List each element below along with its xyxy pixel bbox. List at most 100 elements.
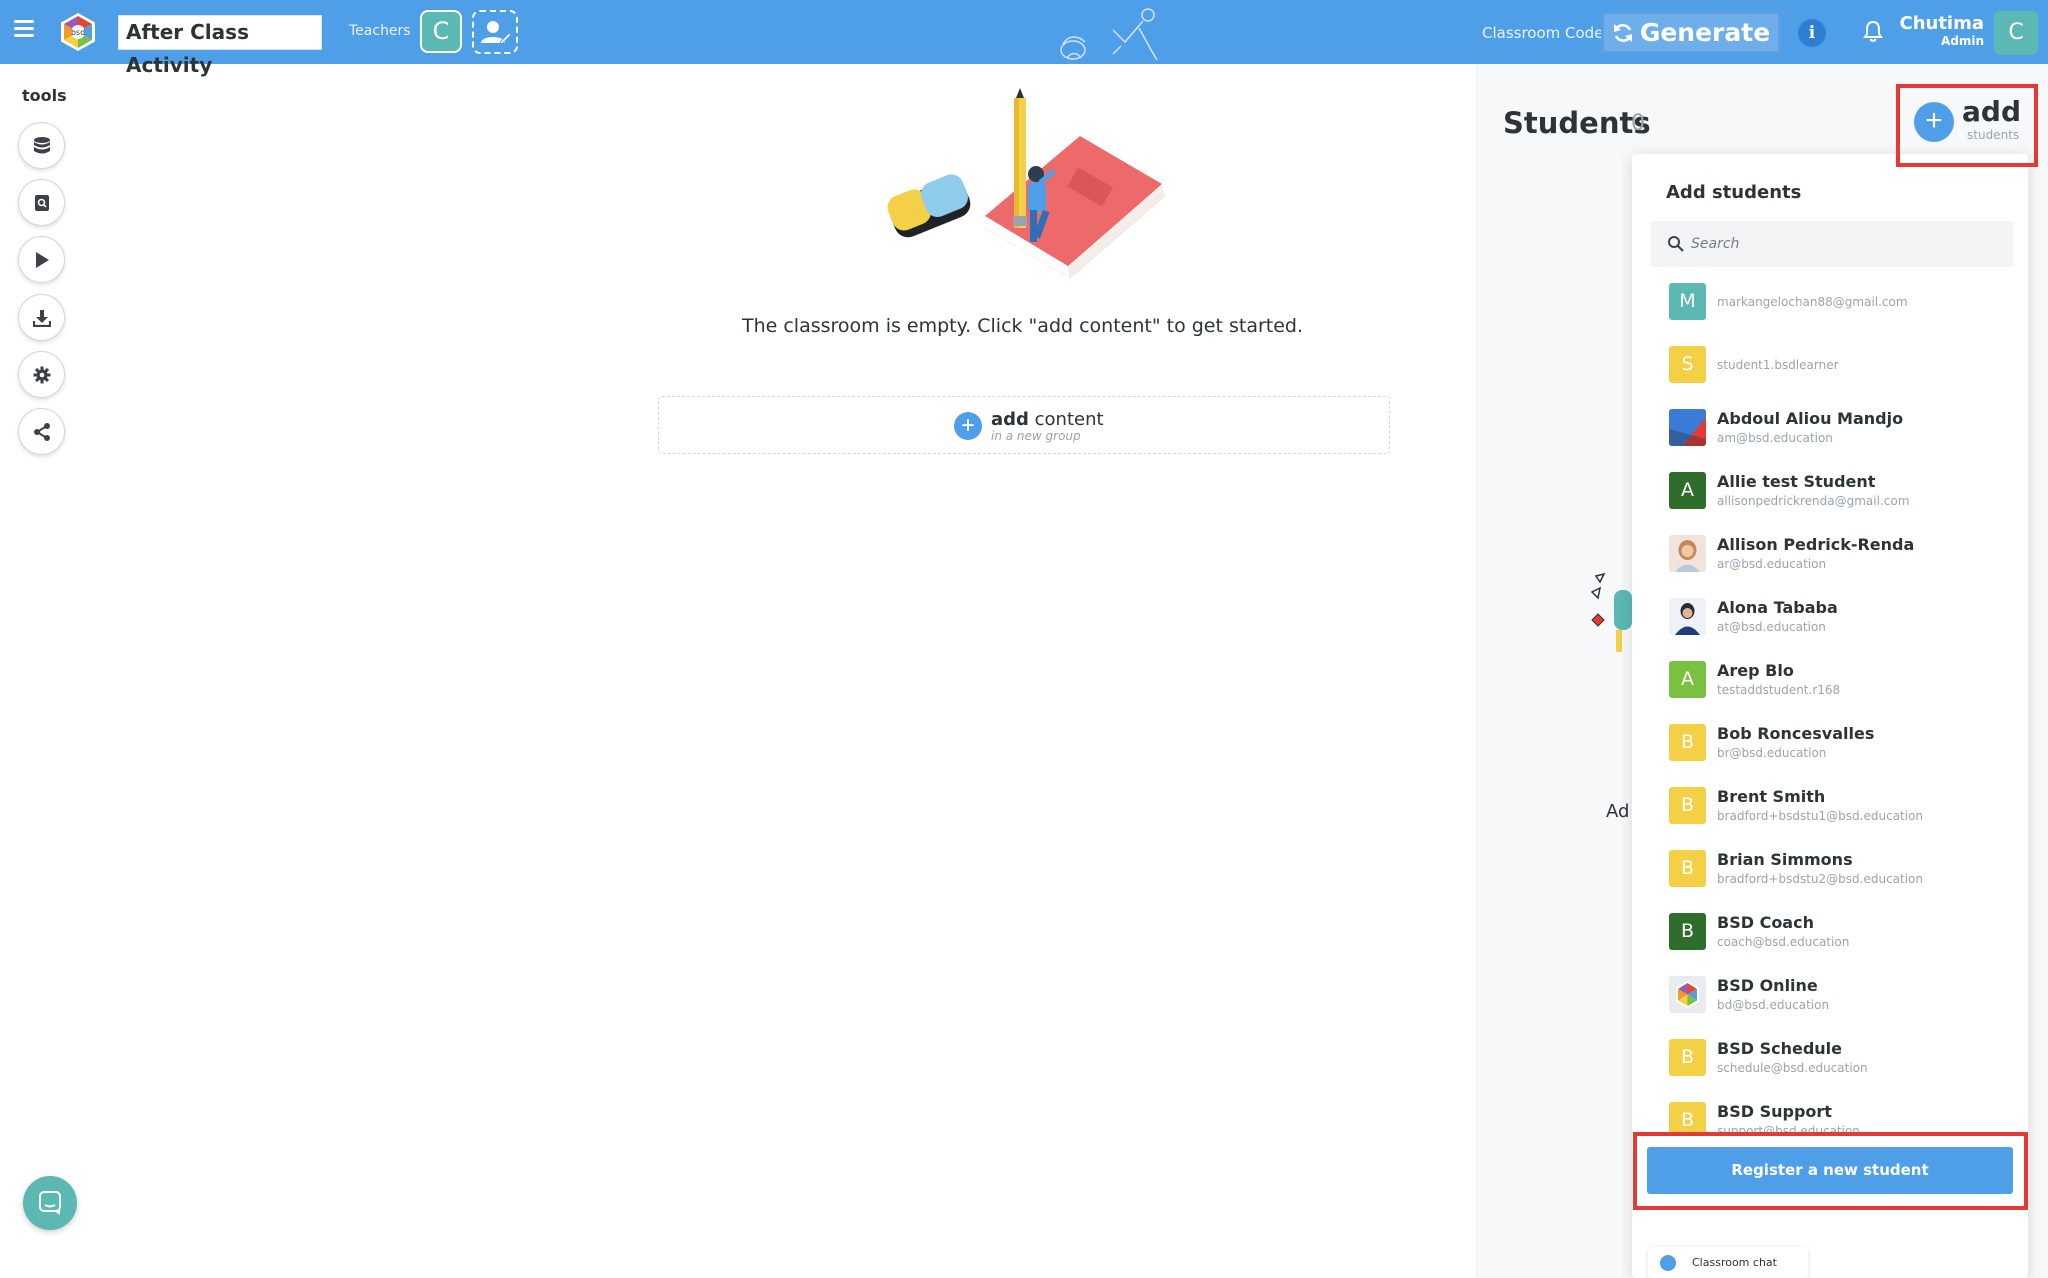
teacher-avatar[interactable]: C <box>420 10 462 53</box>
tool-library-button[interactable] <box>18 179 65 226</box>
student-list-item[interactable]: B Bob Roncesvalles br@bsd.education <box>1632 712 2028 772</box>
student-avatar <box>1669 409 1706 446</box>
student-list-item[interactable]: Sstudent1.bsdlearner <box>1632 334 2028 394</box>
student-list-item[interactable]: B Brent Smith bradford+bsdstu1@bsd.educati… <box>1632 775 2028 835</box>
activity-title-input[interactable]: After Class Activity <box>118 15 322 77</box>
student-name: BSD Schedule <box>1717 1039 1842 1058</box>
top-bar: bsd After Class Activity Teachers C Clas… <box>0 0 2048 77</box>
add-students-highlight <box>1896 84 2038 167</box>
student-avatar: S <box>1669 346 1706 383</box>
chat-icon <box>1660 1255 1676 1271</box>
student-avatar: A <box>1669 661 1706 698</box>
tool-download-button[interactable] <box>18 294 65 341</box>
student-list-item[interactable]: B BSD Schedule schedule@bsd.education <box>1632 1027 2028 1087</box>
students-empty-illustration <box>1590 572 1632 652</box>
student-avatar: B <box>1669 787 1706 824</box>
student-avatar <box>1669 976 1706 1013</box>
student-avatar: A <box>1669 472 1706 509</box>
student-email: markangelochan88@gmail.com <box>1717 295 1908 309</box>
add-students-dropdown: Add students Mmarkangelochan88@gmail.com… <box>1632 154 2028 1278</box>
user-menu[interactable]: Chutima Admin <box>1899 13 1984 49</box>
student-avatar <box>1669 535 1706 572</box>
classroom-code-label: Classroom Code <box>1482 24 1604 42</box>
student-email: ar@bsd.education <box>1717 557 1827 571</box>
student-avatar: M <box>1669 283 1706 320</box>
student-name: BSD Coach <box>1717 913 1814 932</box>
student-email: bradford+bsdstu1@bsd.education <box>1717 809 1924 823</box>
classroom-chat-button[interactable]: Classroom chat <box>1648 1247 1808 1278</box>
gear-icon <box>33 366 50 383</box>
student-avatar <box>1669 598 1706 635</box>
student-list-item[interactable]: BSD Online bd@bsd.education <box>1632 964 2028 1024</box>
student-name: BSD Online <box>1717 976 1818 995</box>
student-name: Allie test Student <box>1717 472 1876 491</box>
tools-label: tools <box>22 86 67 105</box>
generate-label: Generate <box>1639 18 1771 47</box>
tool-database-button[interactable] <box>18 122 65 169</box>
student-name: Bob Roncesvalles <box>1717 724 1875 743</box>
student-name: Alona Tababa <box>1717 598 1838 617</box>
classroom-chat-label: Classroom chat <box>1692 1256 1777 1269</box>
student-name: Abdoul Aliou Mandjo <box>1717 409 1904 428</box>
tool-settings-button[interactable] <box>18 351 65 398</box>
student-search[interactable] <box>1651 221 2013 267</box>
students-empty-text: Ad <box>1606 801 1630 822</box>
search-icon <box>1668 236 1684 252</box>
student-list-item[interactable]: B Brian Simmons bradford+bsdstu2@bsd.educa… <box>1632 838 2028 898</box>
user-name: Chutima <box>1899 13 1984 34</box>
add-content-button[interactable]: + add content in a new group <box>658 396 1390 454</box>
empty-classroom-message: The classroom is empty. Click "add conte… <box>741 315 1304 337</box>
info-button[interactable]: i <box>1798 19 1826 47</box>
student-avatar: B <box>1669 1102 1706 1133</box>
app-logo[interactable]: bsd <box>58 12 98 52</box>
tool-share-button[interactable] <box>18 408 65 455</box>
user-role: Admin <box>1940 34 1984 48</box>
student-email: bd@bsd.education <box>1717 998 1830 1012</box>
student-list-item[interactable]: A Arep Blo testaddstudent.r168 <box>1632 649 2028 709</box>
student-avatar: B <box>1669 850 1706 887</box>
dropdown-title: Add students <box>1666 182 1802 203</box>
student-list-item[interactable]: Abdoul Aliou Mandjo am@bsd.education <box>1632 397 2028 457</box>
student-email: student1.bsdlearner <box>1717 358 1839 372</box>
student-list-item[interactable]: Mmarkangelochan88@gmail.com <box>1632 275 2028 331</box>
student-email: testaddstudent.r168 <box>1717 683 1841 697</box>
add-user-icon <box>481 21 512 45</box>
student-list-item[interactable]: Allison Pedrick-Renda ar@bsd.education <box>1632 523 2028 583</box>
svg-text:bsd: bsd <box>71 28 85 37</box>
user-avatar[interactable]: C <box>1994 11 2038 55</box>
student-list-item[interactable]: A Allie test Student allisonpedrickrenda@g… <box>1632 460 2028 520</box>
student-avatar: B <box>1669 1039 1706 1076</box>
student-name: Allison Pedrick-Renda <box>1717 535 1915 554</box>
share-icon <box>33 422 50 441</box>
student-name: Brian Simmons <box>1717 850 1853 869</box>
students-heading: Students <box>1503 106 1651 140</box>
book-icon <box>34 194 49 211</box>
chat-bubble-icon <box>39 1191 61 1215</box>
student-name: Brent Smith <box>1717 787 1826 806</box>
header-illustration <box>1060 8 1158 61</box>
add-content-label: add content <box>991 409 1104 430</box>
student-email: at@bsd.education <box>1717 620 1826 634</box>
search-input[interactable] <box>1691 221 2001 267</box>
tool-play-button[interactable] <box>18 236 65 283</box>
empty-classroom-illustration <box>887 88 1165 278</box>
bell-icon[interactable] <box>1862 19 1884 43</box>
student-name: Arep Blo <box>1717 661 1794 680</box>
play-icon <box>35 251 49 268</box>
student-avatar: B <box>1669 724 1706 761</box>
student-list-item[interactable]: B BSD Coach coach@bsd.education <box>1632 901 2028 961</box>
student-list-item[interactable]: B BSD Support support@bsd.education <box>1632 1090 2028 1133</box>
add-teacher-button[interactable] <box>472 10 518 54</box>
messenger-launcher-button[interactable] <box>23 1176 77 1230</box>
student-list[interactable]: Mmarkangelochan88@gmail.com Sstudent1.bsd… <box>1632 275 2028 1133</box>
student-email: bradford+bsdstu2@bsd.education <box>1717 872 1924 886</box>
hamburger-menu-icon[interactable] <box>14 20 34 37</box>
student-name: BSD Support <box>1717 1102 1832 1121</box>
teachers-label: Teachers <box>349 23 411 39</box>
student-email: br@bsd.education <box>1717 746 1827 760</box>
student-email: schedule@bsd.education <box>1717 1061 1868 1075</box>
database-icon <box>33 136 50 153</box>
student-list-item[interactable]: Alona Tababa at@bsd.education <box>1632 586 2028 646</box>
register-student-highlight <box>1633 1132 2028 1210</box>
generate-code-button[interactable]: Generate <box>1601 11 1781 54</box>
